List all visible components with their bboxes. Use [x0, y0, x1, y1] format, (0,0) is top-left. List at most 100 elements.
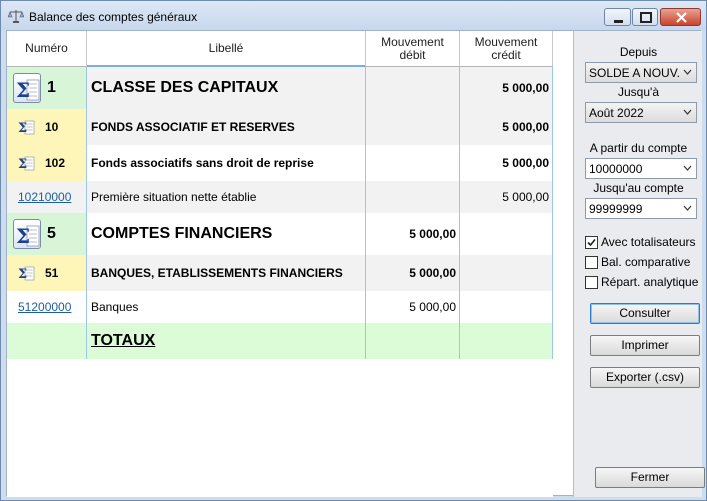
header-libelle[interactable]: Libellé: [87, 31, 366, 67]
cell-numero: Σ 102: [7, 145, 87, 181]
table-row[interactable]: Σ 51 BANQUES, ETABLISSEMENTS FINANCIERS 5 0…: [7, 255, 553, 291]
table-row[interactable]: Σ 102 Fonds associatifs sans droit de repr…: [7, 145, 553, 181]
chevron-down-icon: [683, 109, 692, 115]
cell-credit: 5 000,00: [460, 109, 553, 145]
sigma-icon: Σ: [16, 224, 40, 248]
cell-debit: [366, 145, 460, 181]
cell-credit: [460, 255, 553, 291]
jusqua-select[interactable]: Août 2022: [585, 102, 697, 123]
header-credit[interactable]: Mouvement crédit: [460, 31, 553, 67]
maximize-button[interactable]: [632, 8, 658, 26]
cell-libelle: Première situation nette établie: [87, 181, 366, 213]
account-label: FONDS ASSOCIATIF ET RESERVES: [91, 120, 295, 134]
checkbox-box[interactable]: [585, 275, 598, 289]
cell-numero[interactable]: 10210000: [7, 181, 87, 213]
cell-libelle: FONDS ASSOCIATIF ET RESERVES: [87, 109, 366, 145]
balance-grid[interactable]: Numéro Libellé Mouvement débit Mouvement…: [7, 31, 553, 497]
window: Balance des comptes généraux Numéro Libe…: [0, 0, 707, 501]
cell-debit: [366, 323, 460, 359]
cell-numero: [7, 323, 87, 359]
exporter-button[interactable]: Exporter (.csv): [590, 367, 700, 388]
debit-amount: 5 000,00: [409, 300, 456, 314]
from-account-select[interactable]: 10000000: [585, 158, 697, 179]
cell-libelle: Banques: [87, 291, 366, 323]
account-number[interactable]: 10210000: [18, 190, 71, 204]
maximize-icon: [640, 12, 652, 23]
account-number: 1: [47, 79, 56, 96]
account-number: 102: [45, 156, 66, 170]
account-number: 10: [45, 120, 59, 134]
table-row[interactable]: TOTAUX: [7, 323, 553, 359]
to-account-select[interactable]: 99999999: [585, 198, 697, 219]
table-row[interactable]: Σ 10 FONDS ASSOCIATIF ET RESERVES 5 000,00: [7, 109, 553, 145]
checkbox-analytique[interactable]: Répart. analytique: [585, 274, 698, 290]
account-label: Banques: [91, 300, 139, 314]
cell-numero: Σ 10: [7, 109, 87, 145]
header-debit[interactable]: Mouvement débit: [366, 31, 460, 67]
depuis-label: Depuis: [619, 45, 658, 59]
credit-amount: 5 000,00: [502, 156, 549, 170]
cell-libelle: COMPTES FINANCIERS: [87, 213, 366, 255]
header-numero[interactable]: Numéro: [7, 31, 87, 67]
window-title: Balance des comptes généraux: [29, 10, 198, 24]
cell-debit: [366, 67, 460, 109]
minimize-icon: [614, 20, 623, 23]
checkbox-box[interactable]: [585, 255, 598, 269]
cell-credit: 5 000,00: [460, 181, 553, 213]
svg-text:Σ: Σ: [16, 78, 30, 102]
checkbox-totalisateurs[interactable]: Avec totalisateurs: [585, 234, 696, 250]
options-panel: Depuis SOLDE A NOUV. Jusqu'à Août 2022 A…: [573, 31, 705, 497]
cell-credit: 5 000,00: [460, 145, 553, 181]
sigma-button[interactable]: Σ: [17, 153, 37, 173]
table-row[interactable]: Σ 1 CLASSE DES CAPITAUX 5 000,00: [7, 67, 553, 109]
title-bar[interactable]: Balance des comptes généraux: [1, 1, 706, 30]
cell-debit: 5 000,00: [366, 213, 460, 255]
sigma-icon: Σ: [16, 78, 40, 102]
cell-debit: 5 000,00: [366, 291, 460, 323]
close-button[interactable]: [660, 8, 701, 26]
debit-amount: 5 000,00: [409, 227, 456, 241]
balance-scale-icon: [8, 10, 24, 23]
credit-amount: 5 000,00: [502, 190, 549, 204]
checkbox-box[interactable]: [585, 235, 598, 249]
imprimer-button[interactable]: Imprimer: [590, 335, 700, 356]
chevron-down-icon: [683, 69, 692, 75]
account-label: BANQUES, ETABLISSEMENTS FINANCIERS: [91, 266, 343, 280]
account-number[interactable]: 51200000: [18, 300, 71, 314]
depuis-select[interactable]: SOLDE A NOUV.: [585, 62, 697, 83]
cell-numero[interactable]: 51200000: [7, 291, 87, 323]
cell-libelle: Fonds associatifs sans droit de reprise: [87, 145, 366, 181]
sigma-button[interactable]: Σ: [17, 117, 37, 137]
cell-debit: 5 000,00: [366, 255, 460, 291]
sigma-icon: Σ: [18, 266, 35, 282]
fermer-button[interactable]: Fermer: [595, 467, 705, 488]
cell-numero: Σ 51: [7, 255, 87, 291]
chevron-down-icon: [683, 165, 692, 171]
sigma-icon: Σ: [18, 120, 35, 136]
table-row[interactable]: Σ 5 COMPTES FINANCIERS 5 000,00: [7, 213, 553, 255]
svg-text:Σ: Σ: [18, 157, 27, 172]
cell-credit: 5 000,00: [460, 67, 553, 109]
sigma-button[interactable]: Σ: [17, 263, 37, 283]
cell-libelle: TOTAUX: [87, 323, 366, 359]
to-account-label: Jusqu'au compte: [593, 181, 684, 195]
account-number: 51: [45, 266, 59, 280]
account-label: Première situation nette établie: [91, 190, 257, 204]
consulter-button[interactable]: Consulter: [590, 303, 700, 324]
table-row[interactable]: 10210000 Première situation nette établie…: [7, 181, 553, 213]
credit-amount: 5 000,00: [502, 81, 549, 95]
sigma-button[interactable]: Σ: [13, 219, 41, 249]
account-label: COMPTES FINANCIERS: [91, 225, 273, 242]
sigma-button[interactable]: Σ: [13, 73, 41, 103]
account-label: CLASSE DES CAPITAUX: [91, 79, 279, 96]
account-label: TOTAUX: [91, 332, 156, 349]
close-icon: [676, 12, 687, 23]
jusqua-label: Jusqu'à: [618, 85, 659, 99]
minimize-button[interactable]: [604, 8, 631, 26]
table-row[interactable]: 51200000 Banques 5 000,00: [7, 291, 553, 323]
svg-text:Σ: Σ: [18, 121, 27, 136]
cell-credit: [460, 213, 553, 255]
credit-amount: 5 000,00: [502, 120, 549, 134]
cell-debit: [366, 109, 460, 145]
checkbox-comparative[interactable]: Bal. comparative: [585, 254, 690, 270]
